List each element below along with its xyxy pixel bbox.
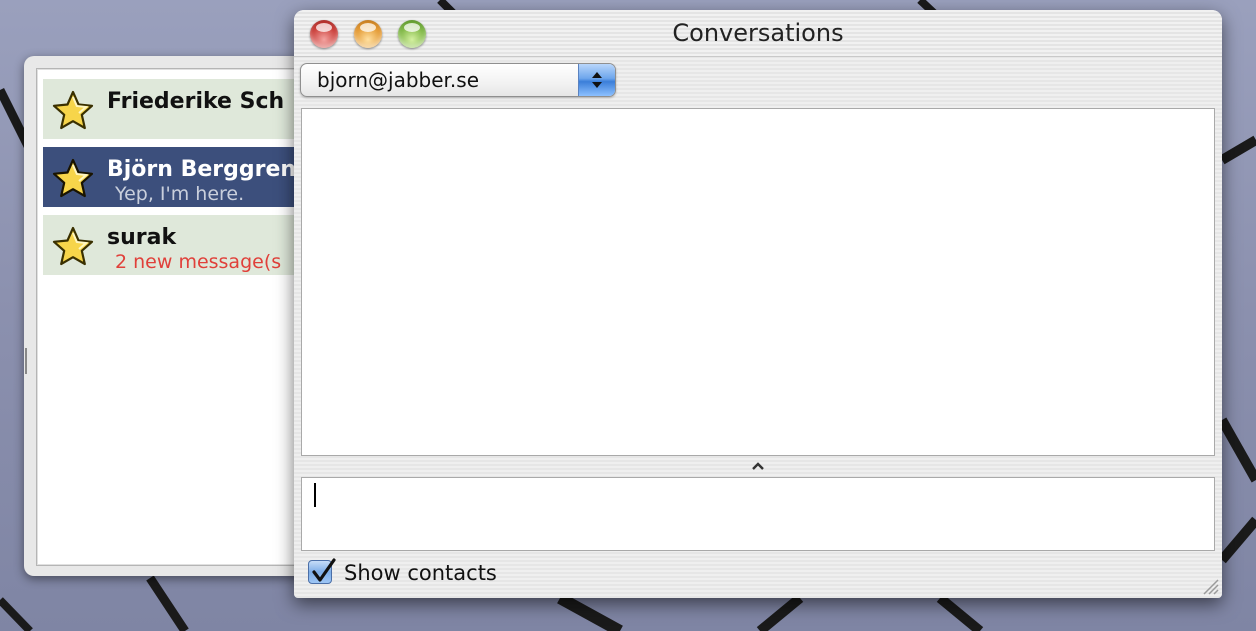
title-bar[interactable]: Conversations: [294, 10, 1222, 57]
contact-status: Yep, I'm here.: [115, 183, 245, 205]
contacts-drawer: Friederike Sch Björn Berggren Yep, I'm h…: [24, 56, 314, 576]
drawer-resize-handle[interactable]: [25, 348, 27, 374]
star-icon: [52, 158, 94, 198]
contact-row-selected[interactable]: Björn Berggren Yep, I'm here.: [43, 147, 305, 207]
checkmark-icon: [312, 558, 336, 582]
show-contacts-label[interactable]: Show contacts: [344, 561, 497, 585]
star-icon: [52, 90, 94, 130]
conversation-transcript[interactable]: [301, 108, 1215, 456]
contact-status-new-messages: 2 new message(s: [115, 251, 282, 273]
window-title: Conversations: [672, 19, 844, 47]
contact-row[interactable]: Friederike Sch: [43, 79, 305, 139]
updown-arrows-icon: [578, 64, 615, 96]
conversations-window: Conversations bjorn@jabber.se Show conta…: [294, 10, 1222, 598]
text-caret: [314, 483, 316, 507]
contact-name: Friederike Sch: [107, 89, 285, 114]
resize-grip-icon[interactable]: [1198, 574, 1220, 596]
contact-name: Björn Berggren: [107, 157, 297, 182]
account-popup-value: bjorn@jabber.se: [317, 68, 480, 92]
contact-row[interactable]: surak 2 new message(s: [43, 215, 305, 275]
show-contacts-checkbox[interactable]: [308, 558, 336, 584]
splitter-grip-icon[interactable]: [750, 458, 766, 476]
message-input[interactable]: [301, 477, 1215, 551]
contact-name: surak: [107, 225, 177, 250]
account-popup-button[interactable]: bjorn@jabber.se: [300, 63, 616, 97]
contacts-list: Friederike Sch Björn Berggren Yep, I'm h…: [36, 68, 308, 566]
star-icon: [52, 226, 94, 266]
